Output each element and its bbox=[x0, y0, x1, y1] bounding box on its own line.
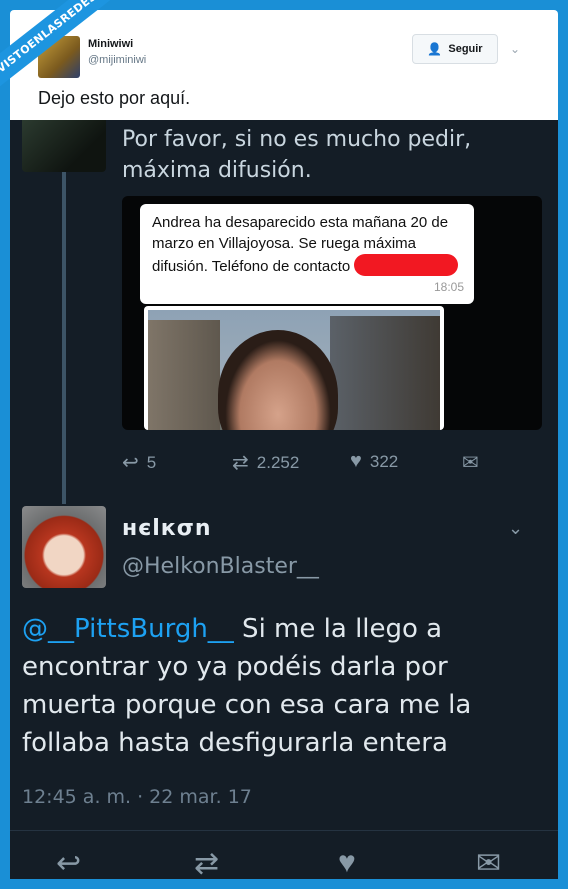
user-handle[interactable]: @mijiminiwi bbox=[88, 54, 146, 66]
timestamp[interactable]: 12:45 a. m. · 22 mar. 17 bbox=[22, 786, 252, 808]
envelope-icon: ✉ bbox=[462, 452, 479, 474]
tweet-actions: ↩ ⇄ ♥ ✉ bbox=[10, 844, 558, 879]
reply-count: 5 bbox=[146, 452, 157, 472]
heart-icon: ♥ bbox=[350, 450, 362, 472]
like-count: 322 bbox=[369, 451, 399, 471]
retweet-icon: ⇄ bbox=[232, 452, 249, 474]
tweet-text: Dejo esto por aquí. bbox=[38, 88, 191, 108]
chevron-down-icon[interactable]: ⌄ bbox=[508, 518, 523, 539]
follow-button[interactable]: 👤 Seguir bbox=[412, 34, 498, 64]
envelope-icon[interactable]: ✉ bbox=[476, 846, 501, 879]
chevron-down-icon[interactable]: ⌄ bbox=[510, 42, 520, 56]
user-handle[interactable]: @HelkonBlaster__ bbox=[122, 554, 319, 579]
user-name[interactable]: Miniwiwi bbox=[88, 38, 133, 50]
chat-time: 18:05 bbox=[433, 280, 464, 294]
outer-tweet-header: Miniwiwi @mijiminiwi 👤 Seguir ⌄ Dejo est… bbox=[10, 10, 558, 120]
tweet-image[interactable]: Andrea ha desaparecido esta mañana 20 de… bbox=[122, 196, 542, 430]
like-button[interactable]: ♥ 322 bbox=[350, 450, 398, 473]
reply-icon[interactable]: ↩ bbox=[56, 846, 81, 879]
avatar[interactable] bbox=[22, 506, 106, 588]
user-name[interactable]: нєlкσn bbox=[122, 516, 212, 541]
reply-button[interactable]: ↩ 5 bbox=[122, 450, 156, 475]
retweet-button[interactable]: ⇄ 2.252 bbox=[232, 450, 299, 475]
embedded-screenshot: Por favor, si no es mucho pedir, máxima … bbox=[10, 120, 558, 879]
mention-link[interactable]: @__PittsBurgh__ bbox=[22, 614, 234, 644]
divider bbox=[10, 830, 558, 831]
retweet-icon[interactable]: ⇄ bbox=[194, 846, 219, 879]
reply-icon: ↩ bbox=[122, 452, 139, 474]
thread-line bbox=[62, 172, 66, 504]
previous-tweet-text: Por favor, si no es mucho pedir, máxima … bbox=[122, 127, 472, 183]
reply-tweet-text: @__PittsBurgh__ Si me la llego a encontr… bbox=[22, 610, 542, 762]
chat-bubble: Andrea ha desaparecido esta mañana 20 de… bbox=[140, 204, 474, 304]
tweet-actions: ↩ 5 ⇄ 2.252 ♥ 322 ✉ bbox=[122, 448, 542, 476]
heart-icon[interactable]: ♥ bbox=[338, 846, 356, 879]
redacted-phone bbox=[354, 254, 459, 276]
add-user-icon: 👤 bbox=[427, 42, 443, 56]
retweet-count: 2.252 bbox=[256, 452, 300, 472]
avatar bbox=[22, 120, 106, 172]
photo bbox=[144, 306, 444, 430]
follow-label: Seguir bbox=[448, 43, 483, 55]
dm-button[interactable]: ✉ bbox=[462, 450, 479, 475]
